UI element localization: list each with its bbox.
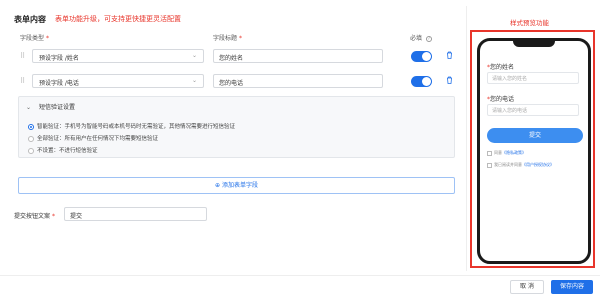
required-toggle[interactable] bbox=[411, 51, 432, 62]
page-note: 表单功能升级，可支持更快捷更灵活配置 bbox=[55, 15, 181, 23]
field-title-input[interactable]: 您的电话 bbox=[213, 74, 383, 88]
preview-name-input[interactable]: 请输入您的姓名 bbox=[487, 72, 579, 84]
preview-field-label-text: 您的电话 bbox=[490, 96, 515, 103]
save-button[interactable]: 保存内容 bbox=[551, 280, 593, 294]
help-icon[interactable]: ? bbox=[425, 35, 432, 42]
checkbox[interactable] bbox=[487, 162, 492, 168]
preview-field-label: *您的姓名 bbox=[487, 62, 514, 71]
checkbox[interactable] bbox=[487, 150, 492, 156]
radio-button[interactable] bbox=[28, 123, 34, 130]
sms-option-label: 全部验证：所有用户在任何情况下均需要短信验证 bbox=[37, 136, 159, 142]
chevron-down-icon: ⌄ bbox=[191, 52, 197, 59]
sms-panel-title: 短信验证设置 bbox=[38, 104, 75, 111]
column-required-label: 必填 bbox=[410, 35, 423, 42]
preview-submit-button[interactable]: 提交 bbox=[487, 128, 583, 143]
field-type-value: 预设字段 /电话 bbox=[39, 80, 79, 87]
column-type-label: 字段类型 bbox=[20, 35, 45, 42]
phone-notch bbox=[513, 40, 555, 47]
divider bbox=[466, 6, 467, 271]
submit-text-value: 提交 bbox=[70, 213, 83, 220]
preview-check-text: 我已阅读并同意 bbox=[494, 162, 522, 167]
add-field-button[interactable]: ⊕ 添加表单字段 bbox=[18, 177, 455, 194]
field-title-value: 您的姓名 bbox=[219, 55, 244, 62]
preview-annotation: 样式预览功能 bbox=[510, 19, 549, 27]
radio-button[interactable] bbox=[28, 147, 34, 154]
preview-placeholder: 请输入您的姓名 bbox=[492, 76, 528, 82]
column-header-required: 必填 ? bbox=[410, 33, 432, 42]
toggle-knob bbox=[422, 52, 431, 61]
add-field-label: 添加表单字段 bbox=[221, 182, 258, 189]
preview-check-link[interactable]: 《用户授权协议》 bbox=[522, 162, 554, 167]
phone-preview: *您的姓名 请输入您的姓名 *您的电话 请输入您的电话 提交 同意《隐私政策》 … bbox=[477, 38, 591, 264]
trash-icon[interactable] bbox=[446, 51, 453, 61]
preview-check-link[interactable]: 《隐私政策》 bbox=[502, 150, 526, 155]
field-title-value: 您的电话 bbox=[219, 80, 244, 87]
preview-phone-input[interactable]: 请输入您的电话 bbox=[487, 104, 579, 116]
submit-text-label: 提交按钮文案 * bbox=[14, 211, 55, 220]
required-mark: * bbox=[51, 213, 55, 220]
preview-check-text: 同意 bbox=[494, 150, 502, 155]
field-title-input[interactable]: 您的姓名 bbox=[213, 49, 383, 63]
submit-text-input[interactable]: 提交 bbox=[64, 207, 207, 221]
preview-field-label-text: 您的姓名 bbox=[490, 64, 515, 71]
sms-option-label: 智能验证：手机号为智能号码或本机号码时无需验证，其他情况需要进行短信验证 bbox=[37, 124, 236, 130]
sms-option-smart[interactable]: 智能验证：手机号为智能号码或本机号码时无需验证，其他情况需要进行短信验证 bbox=[28, 122, 235, 130]
required-mark: * bbox=[45, 35, 49, 42]
preview-placeholder: 请输入您的电话 bbox=[492, 108, 528, 114]
preview-field-label: *您的电话 bbox=[487, 94, 514, 103]
sms-option-label: 不设置：不进行短信验证 bbox=[37, 148, 98, 154]
preview-checkbox-row[interactable]: 同意《隐私政策》 bbox=[487, 150, 526, 156]
column-header-title: 字段标题 * bbox=[213, 33, 242, 42]
column-header-type: 字段类型 * bbox=[20, 33, 49, 42]
drag-handle-icon[interactable]: ⠿ bbox=[20, 52, 25, 60]
sms-panel-header[interactable]: ⌄ 短信验证设置 bbox=[26, 102, 75, 111]
cancel-button[interactable]: 取 消 bbox=[510, 280, 544, 294]
required-mark: * bbox=[238, 35, 242, 42]
field-type-select[interactable]: 预设字段 /姓名 ⌄ bbox=[32, 49, 204, 63]
radio-button[interactable] bbox=[28, 135, 34, 142]
submit-label-text: 提交按钮文案 bbox=[14, 213, 51, 220]
preview-checkbox-row[interactable]: 我已阅读并同意《用户授权协议》 bbox=[487, 162, 554, 168]
sms-option-all[interactable]: 全部验证：所有用户在任何情况下均需要短信验证 bbox=[28, 134, 158, 142]
drag-handle-icon[interactable]: ⠿ bbox=[20, 77, 25, 85]
toggle-knob bbox=[422, 77, 431, 86]
sms-verification-panel: ⌄ 短信验证设置 智能验证：手机号为智能号码或本机号码时无需验证，其他情况需要进… bbox=[18, 96, 455, 158]
field-type-value: 预设字段 /姓名 bbox=[39, 55, 79, 62]
required-toggle[interactable] bbox=[411, 76, 432, 87]
chevron-down-icon: ⌄ bbox=[26, 104, 32, 111]
page-title: 表单内容 bbox=[14, 15, 46, 24]
sms-option-none[interactable]: 不设置：不进行短信验证 bbox=[28, 146, 98, 154]
trash-icon[interactable] bbox=[446, 76, 453, 86]
chevron-down-icon: ⌄ bbox=[191, 77, 197, 84]
field-type-select[interactable]: 预设字段 /电话 ⌄ bbox=[32, 74, 204, 88]
column-title-label: 字段标题 bbox=[213, 35, 238, 42]
plus-circle-icon: ⊕ bbox=[215, 182, 221, 189]
